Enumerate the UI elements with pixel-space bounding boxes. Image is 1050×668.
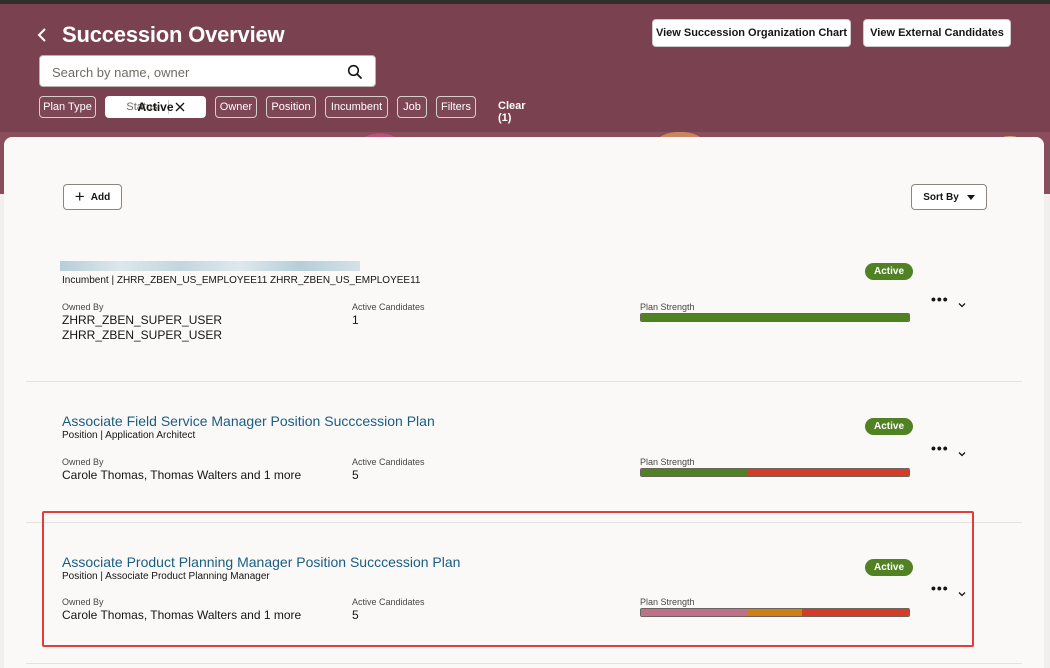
plan-strength-segment bbox=[641, 314, 909, 321]
filter-incumbent[interactable]: Incumbent bbox=[325, 96, 388, 118]
search-icon[interactable] bbox=[347, 64, 363, 80]
more-actions-icon[interactable]: ••• bbox=[931, 291, 949, 307]
active-candidates-value: 5 bbox=[352, 468, 359, 482]
filter-owner[interactable]: Owner bbox=[215, 96, 257, 118]
owner-line: Carole Thomas, Thomas Walters and 1 more bbox=[62, 608, 302, 622]
add-button-label: Add bbox=[90, 191, 111, 203]
plan-strength-segment bbox=[748, 469, 909, 476]
divider bbox=[26, 663, 1022, 664]
view-org-chart-button[interactable]: View Succession Organization Chart bbox=[652, 19, 851, 47]
status-badge: Active bbox=[865, 559, 913, 576]
owner-line: Carole Thomas, Thomas Walters and 1 more bbox=[62, 468, 302, 482]
owned-by-label: Owned By bbox=[62, 457, 104, 467]
active-candidates-label: Active Candidates bbox=[352, 597, 425, 607]
more-actions-icon[interactable]: ••• bbox=[931, 580, 949, 596]
owner-line: ZHRR_ZBEN_SUPER_USER bbox=[62, 328, 223, 342]
active-candidates-value: 1 bbox=[352, 313, 359, 327]
plan-strength-segment bbox=[748, 609, 802, 616]
filter-position[interactable]: Position bbox=[266, 96, 316, 118]
sort-by-label: Sort By bbox=[923, 191, 959, 203]
clear-filters-link[interactable]: Clear (1) bbox=[498, 100, 526, 124]
owned-by-label: Owned By bbox=[62, 597, 104, 607]
caret-down-icon bbox=[966, 194, 975, 200]
active-candidates-label: Active Candidates bbox=[352, 457, 425, 467]
search-box bbox=[39, 55, 376, 87]
plan-subtitle: Incumbent | ZHRR_ZBEN_US_EMPLOYEE11 ZHRR… bbox=[62, 275, 421, 286]
page-title: Succession Overview bbox=[62, 22, 285, 47]
plan-title-link[interactable]: Associate Product Planning Manager Posit… bbox=[62, 554, 460, 570]
plan-strength-segment bbox=[801, 609, 909, 616]
view-external-candidates-button[interactable]: View External Candidates bbox=[863, 19, 1011, 47]
plan-strength-label: Plan Strength bbox=[640, 457, 695, 467]
active-candidates-label: Active Candidates bbox=[352, 302, 425, 312]
status-badge: Active bbox=[865, 418, 913, 435]
filter-job[interactable]: Job bbox=[397, 96, 427, 118]
plan-strength-segment bbox=[641, 609, 749, 616]
close-icon[interactable] bbox=[175, 102, 185, 112]
chevron-down-icon[interactable] bbox=[958, 590, 966, 598]
sort-by-button[interactable]: Sort By bbox=[911, 184, 987, 210]
divider bbox=[26, 522, 1022, 523]
add-button[interactable]: + Add bbox=[63, 184, 122, 210]
plan-strength-bar bbox=[640, 313, 910, 322]
plus-icon: + bbox=[74, 187, 85, 206]
active-candidates-value: 5 bbox=[352, 608, 359, 622]
filter-status[interactable]: Status Active bbox=[105, 96, 206, 118]
search-input[interactable] bbox=[50, 62, 334, 82]
plan-strength-bar bbox=[640, 468, 910, 477]
owner-line: ZHRR_ZBEN_SUPER_USER bbox=[62, 313, 223, 327]
plans-panel: + Add Sort By Incumbent | ZHRR_ZBEN_US_E… bbox=[4, 137, 1044, 668]
plan-subtitle: Position | Associate Product Planning Ma… bbox=[62, 571, 270, 582]
plan-strength-label: Plan Strength bbox=[640, 597, 695, 607]
back-icon[interactable] bbox=[36, 25, 50, 45]
plan-title-redacted[interactable] bbox=[60, 261, 360, 271]
more-actions-icon[interactable]: ••• bbox=[931, 440, 949, 456]
plan-title-link[interactable]: Associate Field Service Manager Position… bbox=[62, 413, 435, 429]
chevron-down-icon[interactable] bbox=[958, 301, 966, 309]
filter-plan-type[interactable]: Plan Type bbox=[39, 96, 96, 118]
plan-strength-segment bbox=[641, 469, 749, 476]
plan-strength-bar bbox=[640, 608, 910, 617]
filter-filters[interactable]: Filters bbox=[436, 96, 476, 118]
owned-by-label: Owned By bbox=[62, 302, 104, 312]
filter-status-value: Active bbox=[137, 100, 174, 114]
divider bbox=[26, 381, 1022, 382]
status-badge: Active bbox=[865, 263, 913, 280]
plan-subtitle: Position | Application Architect bbox=[62, 430, 196, 441]
chevron-down-icon[interactable] bbox=[958, 450, 966, 458]
plan-strength-label: Plan Strength bbox=[640, 302, 695, 312]
